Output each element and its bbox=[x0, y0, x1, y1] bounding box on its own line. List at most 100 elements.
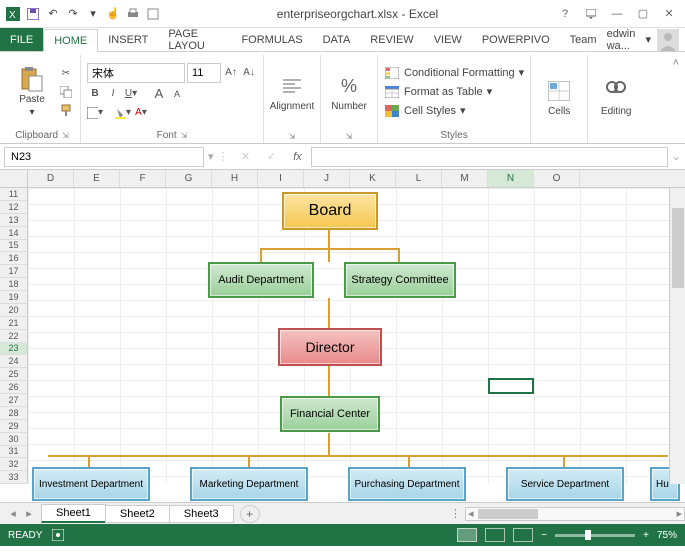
ribbon-options-button[interactable] bbox=[579, 4, 603, 24]
row-header[interactable]: 11 bbox=[0, 188, 28, 201]
row-header[interactable]: 27 bbox=[0, 394, 28, 407]
font-grow-icon[interactable]: A bbox=[151, 86, 167, 102]
vertical-scrollbar[interactable] bbox=[669, 188, 685, 484]
number-button[interactable]: % Number bbox=[327, 62, 371, 124]
tab-review[interactable]: REVIEW bbox=[360, 28, 423, 51]
user-area[interactable]: edwin wa...▾ bbox=[607, 28, 685, 51]
cell-styles-button[interactable]: Cell Styles▾ bbox=[384, 102, 524, 120]
row-header[interactable]: 25 bbox=[0, 368, 28, 381]
hscroll-thumb[interactable] bbox=[478, 509, 538, 519]
insert-function-button[interactable]: fx bbox=[289, 148, 307, 166]
sheet-tab[interactable]: Sheet3 bbox=[169, 505, 234, 523]
tab-home[interactable]: HOME bbox=[43, 29, 98, 52]
col-header[interactable]: H bbox=[212, 170, 258, 187]
copy-icon[interactable] bbox=[58, 84, 74, 100]
org-box-board[interactable]: Board bbox=[282, 192, 378, 230]
row-header[interactable]: 12 bbox=[0, 201, 28, 214]
format-as-table-button[interactable]: Format as Table▾ bbox=[384, 83, 524, 101]
org-box-strategy[interactable]: Strategy Committee bbox=[344, 262, 456, 298]
col-header[interactable]: I bbox=[258, 170, 304, 187]
italic-button[interactable]: I bbox=[105, 86, 121, 102]
row-header[interactable]: 19 bbox=[0, 291, 28, 304]
col-header[interactable]: L bbox=[396, 170, 442, 187]
format-painter-icon[interactable] bbox=[58, 102, 74, 118]
row-header[interactable]: 16 bbox=[0, 252, 28, 265]
increase-font-icon[interactable]: A↑ bbox=[223, 65, 239, 81]
sheet-nav-next[interactable]: ▸ bbox=[22, 507, 36, 520]
org-box-purchasing[interactable]: Purchasing Department bbox=[348, 467, 466, 501]
select-all-corner[interactable] bbox=[0, 170, 28, 187]
row-header[interactable]: 18 bbox=[0, 278, 28, 291]
row-header[interactable]: 24 bbox=[0, 355, 28, 368]
close-button[interactable]: ✕ bbox=[657, 4, 681, 24]
row-header[interactable]: 31 bbox=[0, 446, 28, 459]
font-color-button[interactable]: A▾ bbox=[133, 105, 149, 121]
font-shrink-icon[interactable]: A bbox=[169, 86, 185, 102]
org-box-service[interactable]: Service Department bbox=[506, 467, 624, 501]
help-button[interactable]: ? bbox=[553, 4, 577, 24]
col-header[interactable]: D bbox=[28, 170, 74, 187]
undo-icon[interactable]: ↶ bbox=[44, 5, 62, 23]
tab-formulas[interactable]: FORMULAS bbox=[231, 28, 312, 51]
row-header[interactable]: 14 bbox=[0, 227, 28, 240]
decrease-font-icon[interactable]: A↓ bbox=[241, 65, 257, 81]
underline-button[interactable]: U▾ bbox=[123, 86, 139, 102]
alignment-button[interactable]: Alignment bbox=[270, 62, 314, 124]
cell-canvas[interactable]: Board Audit Department Strategy Committe… bbox=[28, 188, 685, 484]
org-box-audit[interactable]: Audit Department bbox=[208, 262, 314, 298]
save-icon[interactable] bbox=[24, 5, 42, 23]
cut-icon[interactable]: ✂ bbox=[58, 66, 74, 82]
page-layout-view-button[interactable] bbox=[485, 528, 505, 542]
col-header[interactable]: O bbox=[534, 170, 580, 187]
enter-formula-icon[interactable]: ✓ bbox=[263, 148, 281, 166]
row-header[interactable]: 22 bbox=[0, 330, 28, 343]
sheet-tab[interactable]: Sheet1 bbox=[41, 504, 106, 523]
sheet-tab[interactable]: Sheet2 bbox=[105, 505, 170, 523]
org-box-investment[interactable]: Investment Department bbox=[32, 467, 150, 501]
row-header[interactable]: 17 bbox=[0, 265, 28, 278]
clipboard-launcher[interactable]: ⇲ bbox=[62, 131, 69, 140]
page-break-view-button[interactable] bbox=[513, 528, 533, 542]
alignment-launcher[interactable]: ⇲ bbox=[289, 132, 296, 141]
row-header[interactable]: 26 bbox=[0, 381, 28, 394]
avatar[interactable] bbox=[657, 29, 679, 51]
vscroll-thumb[interactable] bbox=[672, 208, 684, 288]
tab-file[interactable]: FILE bbox=[0, 28, 43, 51]
sheet-nav-prev[interactable]: ◂ bbox=[6, 507, 20, 520]
org-box-director[interactable]: Director bbox=[278, 328, 382, 366]
tab-powerpivot[interactable]: POWERPIVO bbox=[472, 28, 560, 51]
formula-input[interactable] bbox=[311, 147, 668, 167]
active-cell[interactable] bbox=[488, 378, 534, 394]
org-box-marketing[interactable]: Marketing Department bbox=[190, 467, 308, 501]
font-size-input[interactable] bbox=[187, 63, 221, 83]
row-header[interactable]: 21 bbox=[0, 317, 28, 330]
tab-view[interactable]: VIEW bbox=[424, 28, 472, 51]
org-box-financial[interactable]: Financial Center bbox=[280, 396, 380, 432]
quick-print-icon[interactable] bbox=[124, 5, 142, 23]
col-header[interactable]: G bbox=[166, 170, 212, 187]
touch-mode-icon[interactable]: ☝ bbox=[104, 5, 122, 23]
redo-icon[interactable]: ↷ bbox=[64, 5, 82, 23]
expand-formula-icon[interactable]: ⌄ bbox=[672, 150, 681, 163]
row-header[interactable]: 33 bbox=[0, 471, 28, 484]
tab-team[interactable]: Team bbox=[560, 28, 607, 51]
macro-record-icon[interactable] bbox=[52, 529, 64, 541]
col-header[interactable]: M bbox=[442, 170, 488, 187]
col-header[interactable]: J bbox=[304, 170, 350, 187]
name-box[interactable] bbox=[4, 147, 204, 167]
maximize-button[interactable]: ▢ bbox=[631, 4, 655, 24]
border-button[interactable]: ▾ bbox=[87, 105, 103, 121]
row-header[interactable]: 23 bbox=[0, 343, 28, 356]
font-launcher[interactable]: ⇲ bbox=[181, 131, 188, 140]
cancel-formula-icon[interactable]: ✕ bbox=[237, 148, 255, 166]
bold-button[interactable]: B bbox=[87, 86, 103, 102]
fill-color-button[interactable]: ▾ bbox=[115, 105, 131, 121]
number-launcher[interactable]: ⇲ bbox=[346, 132, 353, 141]
zoom-level[interactable]: 75% bbox=[657, 530, 677, 541]
row-header[interactable]: 20 bbox=[0, 304, 28, 317]
excel-icon[interactable]: X bbox=[4, 5, 22, 23]
minimize-button[interactable]: — bbox=[605, 4, 629, 24]
conditional-formatting-button[interactable]: Conditional Formatting▾ bbox=[384, 64, 524, 82]
row-header[interactable]: 28 bbox=[0, 407, 28, 420]
editing-button[interactable]: Editing bbox=[594, 66, 638, 128]
